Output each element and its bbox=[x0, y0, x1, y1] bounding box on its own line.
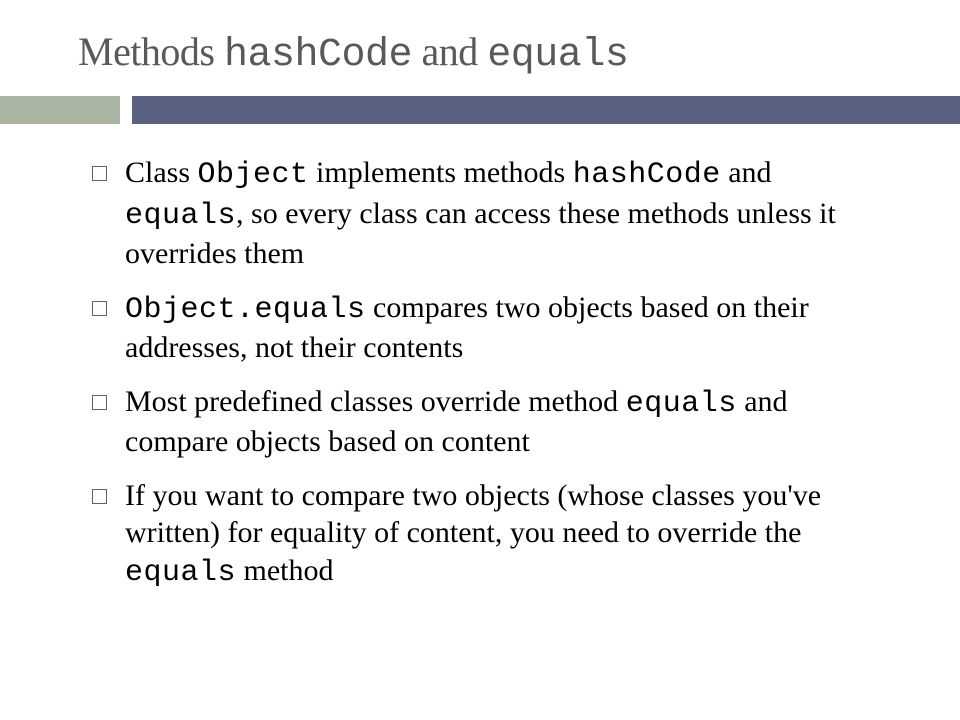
bullet-text: Object.equals compares two objects based… bbox=[125, 289, 888, 367]
body-text: and bbox=[721, 156, 772, 189]
code-text: Object bbox=[198, 158, 309, 192]
slide-title: Methods hashCode and equals bbox=[78, 28, 960, 78]
body-text: method bbox=[236, 554, 334, 587]
code-text: equals bbox=[626, 387, 737, 421]
bullet-square-icon bbox=[92, 301, 107, 316]
bullet-square-icon bbox=[92, 489, 107, 504]
bullet-text: Class Object implements methods hashCode… bbox=[125, 154, 888, 273]
bullet-item: Class Object implements methods hashCode… bbox=[92, 154, 888, 273]
body-text: implements methods bbox=[309, 156, 573, 189]
code-text: equals bbox=[125, 199, 236, 233]
slide-content: Class Object implements methods hashCode… bbox=[0, 124, 960, 592]
body-text: Class bbox=[125, 156, 198, 189]
code-text: equals bbox=[125, 556, 236, 590]
divider-gap bbox=[120, 96, 132, 124]
slide-title-area: Methods hashCode and equals bbox=[0, 0, 960, 96]
title-mid: and bbox=[412, 29, 487, 74]
bullet-text: Most predefined classes override method … bbox=[125, 383, 888, 461]
title-code-equals: equals bbox=[487, 33, 628, 78]
bullet-item: Most predefined classes override method … bbox=[92, 383, 888, 461]
bullet-item: Object.equals compares two objects based… bbox=[92, 289, 888, 367]
divider-main bbox=[132, 96, 960, 124]
body-text: Most predefined classes override method bbox=[125, 385, 626, 418]
bullet-square-icon bbox=[92, 166, 107, 181]
divider-accent bbox=[0, 96, 120, 124]
title-prefix: Methods bbox=[78, 29, 224, 74]
body-text: If you want to compare two objects (whos… bbox=[125, 479, 821, 550]
bullet-text: If you want to compare two objects (whos… bbox=[125, 477, 888, 593]
title-code-hashcode: hashCode bbox=[224, 33, 412, 78]
code-text: Object.equals bbox=[125, 293, 366, 327]
code-text: hashCode bbox=[573, 158, 721, 192]
bullet-square-icon bbox=[92, 395, 107, 410]
bullet-item: If you want to compare two objects (whos… bbox=[92, 477, 888, 593]
title-divider bbox=[0, 96, 960, 124]
